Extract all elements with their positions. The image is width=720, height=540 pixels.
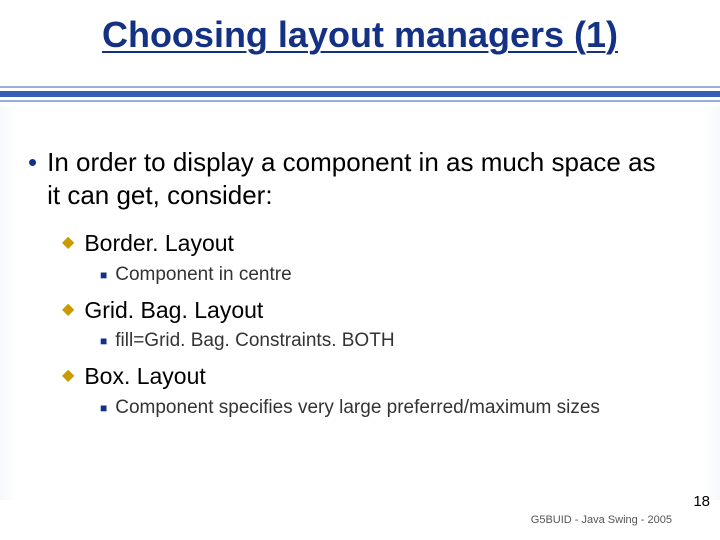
- intro-text: In order to display a component in as mu…: [47, 146, 672, 211]
- square-bullet-icon: ■: [100, 263, 107, 288]
- slide-body: • In order to display a component in as …: [28, 146, 672, 429]
- title-divider: [0, 80, 720, 102]
- bullet-level-2: ◆ Box. Layout: [62, 362, 672, 392]
- bullet-level-1: • In order to display a component in as …: [28, 146, 672, 211]
- decorative-fade-left: [0, 106, 18, 500]
- layout-name: Border. Layout: [84, 229, 234, 259]
- slide-title: Choosing layout managers (1): [0, 0, 720, 60]
- diamond-bullet-icon: ◆: [62, 229, 74, 259]
- disc-bullet-icon: •: [28, 146, 37, 211]
- square-bullet-icon: ■: [100, 329, 107, 354]
- layout-name: Grid. Bag. Layout: [84, 296, 263, 326]
- slide: Choosing layout managers (1) • In order …: [0, 0, 720, 540]
- square-bullet-icon: ■: [100, 396, 107, 421]
- bullet-level-2: ◆ Border. Layout: [62, 229, 672, 259]
- layout-detail: Component in centre: [115, 263, 291, 288]
- diamond-bullet-icon: ◆: [62, 296, 74, 326]
- bullet-level-3: ■ Component in centre: [100, 263, 672, 288]
- layout-detail: fill=Grid. Bag. Constraints. BOTH: [115, 329, 394, 354]
- layout-name: Box. Layout: [84, 362, 205, 392]
- footer-text: G5BUID - Java Swing - 2005: [531, 514, 672, 526]
- diamond-bullet-icon: ◆: [62, 362, 74, 392]
- bullet-level-3: ■ fill=Grid. Bag. Constraints. BOTH: [100, 329, 672, 354]
- page-number: 18: [693, 493, 710, 510]
- decorative-fade-right: [702, 106, 720, 500]
- bullet-level-3: ■ Component specifies very large preferr…: [100, 396, 672, 421]
- bullet-level-2: ◆ Grid. Bag. Layout: [62, 296, 672, 326]
- layout-detail: Component specifies very large preferred…: [115, 396, 600, 421]
